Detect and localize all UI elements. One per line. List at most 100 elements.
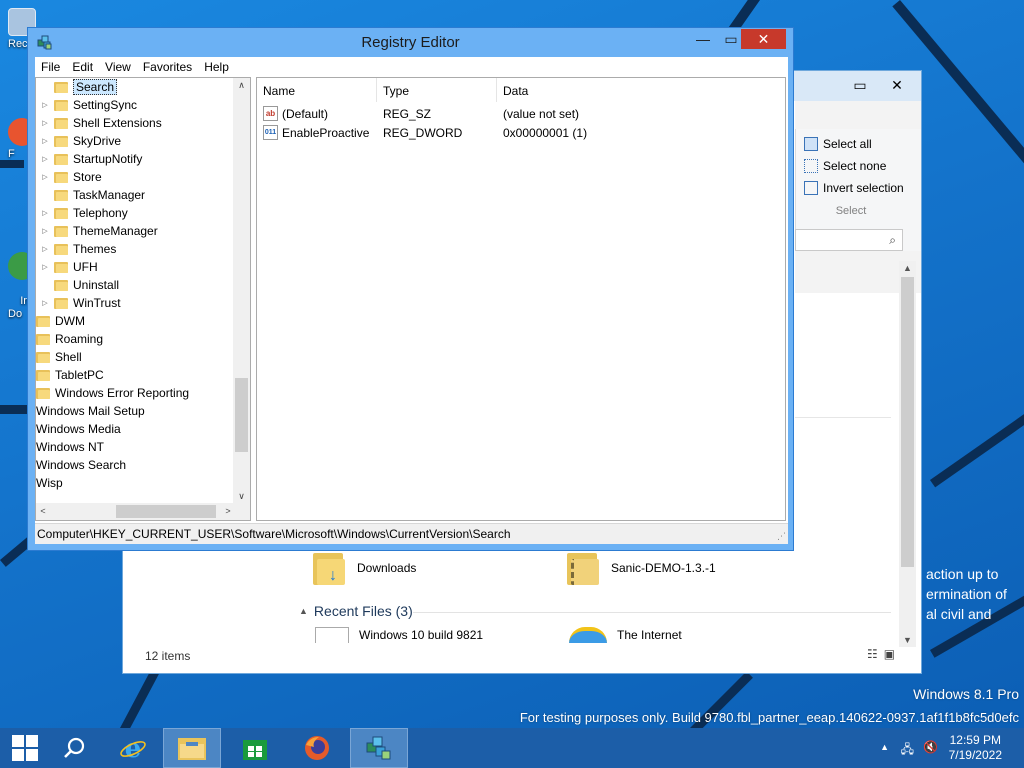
expand-arrow-icon[interactable]: ▷	[40, 173, 50, 181]
file-item-sanic-demo[interactable]: Sanic-DEMO-1.3.-1	[563, 549, 716, 587]
close-button[interactable]: ✕	[875, 75, 919, 95]
tree-item[interactable]: Shell	[36, 348, 82, 366]
tree-item-label: Windows Media	[36, 422, 121, 436]
section-divider	[413, 612, 891, 613]
ribbon-group-label: Select	[835, 205, 867, 217]
key-tree[interactable]: Search ▷ SettingSync ▷ Shell Extensions ▷ SkyD…	[35, 77, 251, 521]
folder-icon	[54, 135, 68, 147]
tree-item-label: DWM	[55, 314, 85, 328]
recent-item-windows-10[interactable]: Windows 10 build 9821	[315, 627, 483, 643]
search-button[interactable]	[50, 728, 100, 768]
file-explorer-button[interactable]	[163, 728, 221, 768]
volume-muted-icon[interactable]: 🔇	[923, 740, 938, 754]
expand-arrow-icon[interactable]: ▷	[40, 155, 50, 163]
expand-arrow-icon[interactable]: ▷	[40, 227, 50, 235]
start-button[interactable]	[0, 728, 50, 768]
folder-icon	[54, 261, 68, 273]
tree-item[interactable]: Windows Media	[36, 420, 121, 438]
scroll-up-arrow[interactable]: ▲	[899, 263, 916, 273]
recent-item-internet[interactable]: The Internet	[569, 627, 682, 643]
column-header-name[interactable]: Name	[257, 78, 377, 102]
tree-item[interactable]: DWM	[36, 312, 85, 330]
tree-item[interactable]: Windows Search	[36, 456, 126, 474]
expand-arrow-icon[interactable]: ▷	[40, 137, 50, 145]
scroll-thumb[interactable]	[901, 277, 914, 567]
minimize-button[interactable]: —	[690, 29, 716, 49]
select-all-button[interactable]: Select all	[804, 137, 872, 151]
tree-item[interactable]: Search	[40, 78, 118, 96]
scroll-down-arrow[interactable]: ∨	[233, 491, 250, 502]
select-none-button[interactable]: Select none	[804, 159, 886, 173]
collapse-icon: ▲	[299, 606, 308, 616]
maximize-button[interactable]: ▭	[847, 75, 873, 95]
scroll-thumb[interactable]	[116, 505, 216, 518]
tree-item[interactable]: Windows Mail Setup	[36, 402, 145, 420]
tree-item[interactable]: ▷ ThemeManager	[40, 222, 157, 240]
tree-item[interactable]: ▷ Telephony	[40, 204, 127, 222]
menu-edit[interactable]: Edit	[66, 57, 99, 77]
scroll-up-arrow[interactable]: ∧	[233, 80, 250, 91]
tree-item[interactable]: TabletPC	[36, 366, 104, 384]
menu-help[interactable]: Help	[198, 57, 235, 77]
internet-explorer-button[interactable]: e	[104, 728, 162, 768]
expand-arrow-icon[interactable]: ▷	[40, 263, 50, 271]
registry-editor-window[interactable]: Registry Editor — ▭ ✕ File Edit View Fav…	[27, 27, 794, 551]
tree-item-label: SkyDrive	[73, 134, 122, 148]
scroll-left-arrow[interactable]: <	[36, 503, 50, 520]
tree-item[interactable]: ▷ StartupNotify	[40, 150, 142, 168]
value-type: REG_SZ	[383, 107, 432, 121]
show-hidden-icons-chevron-icon[interactable]: ▲	[880, 742, 889, 752]
desktop-icon-label: Rec	[8, 38, 28, 50]
tree-item[interactable]: Wisp	[36, 474, 63, 492]
menu-favorites[interactable]: Favorites	[137, 57, 198, 77]
tree-item[interactable]: ▷ SettingSync	[40, 96, 137, 114]
network-icon[interactable]: 🖧	[901, 740, 914, 761]
scroll-thumb[interactable]	[235, 378, 248, 452]
menu-file[interactable]: File	[35, 57, 66, 77]
wallpaper-ray	[930, 365, 1024, 488]
recent-files-label: Recent Files (3)	[313, 603, 413, 619]
tree-item[interactable]: Roaming	[36, 330, 103, 348]
expand-arrow-icon[interactable]: ▷	[40, 119, 50, 127]
firefox-button[interactable]	[288, 728, 346, 768]
invert-selection-button[interactable]: Invert selection	[804, 181, 904, 195]
details-view-icon[interactable]: ☷	[867, 647, 878, 661]
watermark-build: For testing purposes only. Build 9780.fb…	[519, 710, 1019, 725]
file-item-downloads[interactable]: ↓ Downloads	[309, 549, 416, 587]
vertical-scrollbar[interactable]: ▲ ▼	[899, 261, 916, 647]
tree-horizontal-scrollbar[interactable]: < >	[36, 503, 235, 520]
resize-grip-icon[interactable]: ⋰	[777, 531, 786, 542]
tree-item[interactable]: ▷ Themes	[40, 240, 116, 258]
titlebar[interactable]: Registry Editor — ▭ ✕	[28, 28, 793, 58]
recent-files-header[interactable]: ▲ Recent Files (3)	[299, 603, 413, 619]
close-button[interactable]: ✕	[741, 29, 786, 49]
scroll-down-arrow[interactable]: ▼	[899, 635, 916, 645]
expand-arrow-icon[interactable]: ▷	[40, 299, 50, 307]
menu-view[interactable]: View	[99, 57, 137, 77]
search-input[interactable]: ⌕	[795, 229, 903, 251]
tree-item[interactable]: ▷ SkyDrive	[40, 132, 121, 150]
column-header-data[interactable]: Data	[497, 78, 785, 102]
tree-item[interactable]: ▷ Store	[40, 168, 101, 186]
tree-item[interactable]: Windows Error Reporting	[36, 384, 189, 402]
large-icons-view-icon[interactable]: ▣	[884, 647, 895, 661]
tree-item[interactable]: Windows NT	[36, 438, 104, 456]
expand-arrow-icon[interactable]: ▷	[40, 245, 50, 253]
tree-item[interactable]: ▷ Shell Extensions	[40, 114, 161, 132]
value-data: (value not set)	[503, 107, 580, 121]
registry-editor-button[interactable]	[350, 728, 408, 768]
tree-item[interactable]: ▷ WinTrust	[40, 294, 120, 312]
tree-item[interactable]: ▷ UFH	[40, 258, 97, 276]
tree-item[interactable]: Uninstall	[40, 276, 119, 294]
recent-item-label: The Internet	[617, 628, 682, 642]
tree-item[interactable]: TaskManager	[40, 186, 145, 204]
tree-item-label: Uninstall	[73, 278, 120, 292]
column-header-type[interactable]: Type	[377, 78, 497, 102]
expand-arrow-icon[interactable]: ▷	[40, 101, 50, 109]
expand-arrow-icon[interactable]: ▷	[40, 209, 50, 217]
clock-date: 7/19/2022	[948, 748, 1002, 762]
tree-vertical-scrollbar[interactable]: ∧ ∨	[233, 78, 250, 504]
values-list[interactable]: Name Type Data ab (Default) REG_SZ (valu…	[256, 77, 786, 521]
store-button[interactable]	[226, 728, 284, 768]
clock[interactable]: 12:59 PM 7/19/2022	[949, 733, 1002, 763]
